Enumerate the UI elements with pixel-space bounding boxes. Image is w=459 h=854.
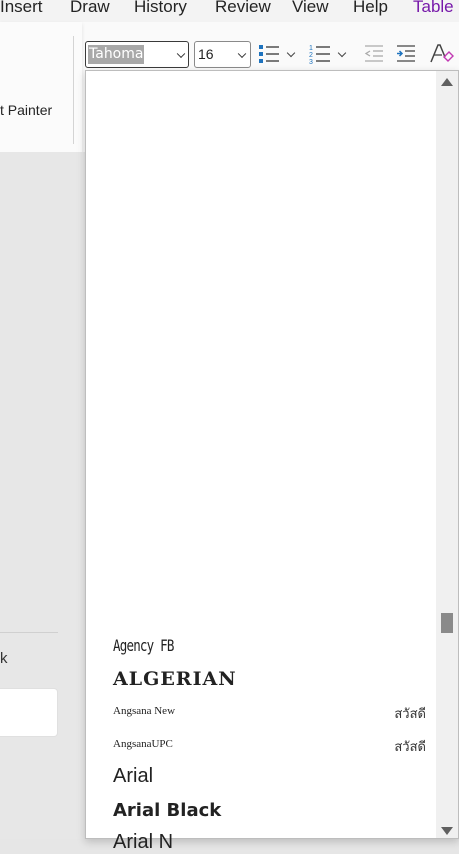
- ribbon-separator: [73, 36, 74, 144]
- svg-text:1: 1: [309, 45, 313, 52]
- svg-text:3: 3: [309, 59, 313, 65]
- decrease-indent-icon[interactable]: [363, 43, 385, 65]
- font-option-agency-fb[interactable]: Agency FB: [113, 636, 174, 655]
- menu-view[interactable]: View: [292, 0, 329, 17]
- dropdown-scrollbar[interactable]: [436, 71, 458, 838]
- menu-table[interactable]: Table: [413, 0, 454, 17]
- scroll-up-arrow-icon[interactable]: [441, 78, 453, 86]
- menu-history[interactable]: History: [134, 0, 187, 17]
- menu-draw[interactable]: Draw: [70, 0, 110, 17]
- format-painter-button[interactable]: t Painter: [0, 102, 52, 118]
- menu-review[interactable]: Review: [215, 0, 271, 17]
- font-option-arial[interactable]: Arial: [113, 765, 153, 788]
- menu-bar: Insert Draw History Review View Help Tab…: [0, 0, 459, 22]
- increase-indent-icon[interactable]: [395, 43, 417, 65]
- bullet-list-icon[interactable]: [258, 43, 280, 65]
- font-size-combobox[interactable]: 16: [194, 41, 251, 68]
- font-option-angsana-new[interactable]: Angsana New: [113, 705, 175, 717]
- left-note-panel: k: [0, 152, 84, 839]
- font-name-combobox[interactable]: Tahoma: [85, 41, 189, 68]
- divider: [0, 632, 58, 633]
- font-sample-angsana-new[interactable]: สวัสดี: [394, 703, 426, 724]
- chevron-down-icon[interactable]: [176, 49, 186, 58]
- font-option-algerian[interactable]: ALGERIAN: [113, 668, 237, 690]
- clipboard-group: t Painter: [0, 22, 82, 152]
- font-sample-angsanaupc[interactable]: สวัสดี: [394, 736, 426, 757]
- font-name-value[interactable]: Tahoma: [88, 45, 145, 64]
- font-dropdown-list[interactable]: Agency FB ALGERIAN Angsana New สวัสดี An…: [85, 70, 459, 853]
- note-input-box[interactable]: [0, 688, 58, 737]
- font-option-arial-black[interactable]: Arial Black: [113, 800, 221, 821]
- font-option-arial-narrow[interactable]: Arial N: [113, 831, 173, 854]
- font-size-value[interactable]: 16: [198, 46, 214, 62]
- numbered-list-icon[interactable]: 1 2 3: [309, 43, 331, 65]
- menu-insert[interactable]: Insert: [0, 0, 43, 17]
- scrollbar-thumb[interactable]: [441, 613, 453, 633]
- menu-help[interactable]: Help: [353, 0, 388, 17]
- clear-formatting-icon[interactable]: [430, 43, 454, 65]
- chevron-down-icon[interactable]: [237, 49, 247, 58]
- scroll-down-arrow-icon[interactable]: [441, 827, 453, 835]
- font-option-angsanaupc[interactable]: AngsanaUPC: [113, 738, 173, 750]
- svg-text:2: 2: [309, 52, 313, 59]
- left-panel-text: k: [0, 650, 8, 667]
